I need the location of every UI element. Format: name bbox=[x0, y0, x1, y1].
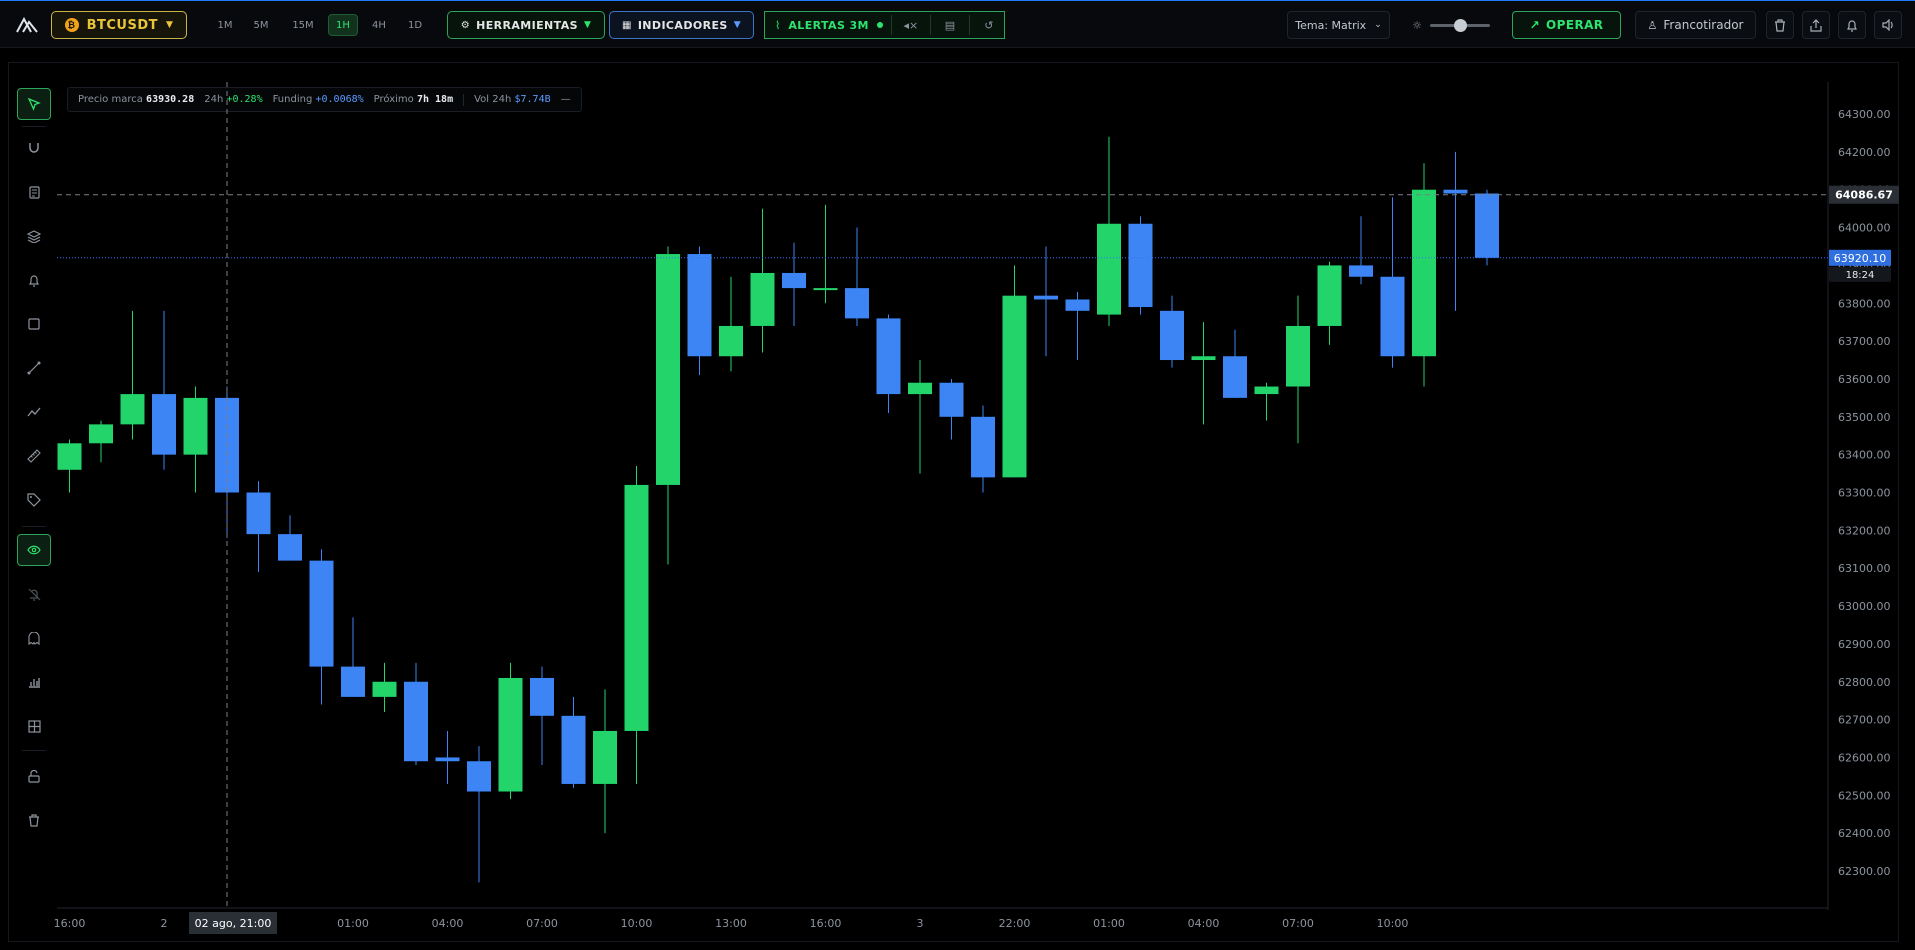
funding-value: +0.0068% bbox=[315, 94, 364, 105]
theme-select[interactable]: Tema: Matrix ⌄ bbox=[1287, 11, 1390, 39]
brightness-slider-knob[interactable] bbox=[1453, 18, 1467, 32]
next-funding: Próximo 7h 18m bbox=[374, 94, 453, 105]
user-name: Francotirador bbox=[1663, 18, 1744, 32]
timeframe-5m[interactable]: 5M bbox=[246, 14, 276, 36]
divider bbox=[22, 126, 46, 127]
history-icon[interactable]: ↺ bbox=[978, 19, 1000, 32]
trend-up-icon: ↗ bbox=[1529, 18, 1541, 32]
trade-label: OPERAR bbox=[1546, 18, 1604, 32]
volume-24h: Vol 24h $7.74B bbox=[474, 94, 551, 105]
timeframe-1d[interactable]: 1D bbox=[400, 14, 430, 36]
layers-icon[interactable] bbox=[17, 220, 51, 252]
next-value: 7h 18m bbox=[416, 94, 454, 105]
divider bbox=[929, 15, 931, 35]
indicators-label: INDICADORES bbox=[637, 18, 728, 32]
tools-label: HERRAMIENTAS bbox=[476, 18, 578, 32]
timeframe-4h[interactable]: 4H bbox=[364, 14, 394, 36]
eye-icon[interactable] bbox=[17, 534, 51, 566]
chevron-down-icon: ▼ bbox=[165, 20, 174, 30]
layout-grid-icon[interactable] bbox=[17, 710, 51, 742]
divider bbox=[22, 526, 46, 527]
tag-icon[interactable] bbox=[17, 484, 51, 516]
mark-price: Precio marca 63930.28 bbox=[78, 94, 194, 105]
theme-label: Tema: Matrix bbox=[1295, 18, 1367, 32]
volume-icon[interactable] bbox=[1874, 11, 1902, 39]
change-24h: 24h +0.28% bbox=[204, 94, 262, 105]
polyline-icon[interactable] bbox=[17, 396, 51, 428]
mark-price-value: 63930.28 bbox=[146, 94, 195, 105]
chart-container bbox=[8, 62, 1899, 942]
brightness-slider[interactable] bbox=[1429, 18, 1490, 32]
rectangle-icon[interactable] bbox=[17, 308, 51, 340]
divider bbox=[968, 15, 970, 35]
timeframe-1h[interactable]: 1H bbox=[328, 14, 358, 36]
grid-icon: ▦ bbox=[621, 19, 632, 31]
bell-icon[interactable] bbox=[1838, 11, 1866, 39]
trash-icon[interactable] bbox=[1766, 11, 1794, 39]
timeframe-1m[interactable]: 1M bbox=[210, 14, 240, 36]
magnet-icon[interactable] bbox=[17, 132, 51, 164]
chevron-down-icon: ⌄ bbox=[1374, 20, 1382, 30]
funding-label: Funding bbox=[272, 94, 313, 105]
mute-icon[interactable]: ◂× bbox=[900, 19, 922, 32]
change-value: +0.28% bbox=[226, 94, 263, 105]
alarm-bell-icon[interactable] bbox=[17, 264, 51, 296]
bitcoin-icon: ₿ bbox=[64, 18, 79, 32]
app-logo-icon[interactable] bbox=[14, 11, 40, 39]
alert-off-icon[interactable] bbox=[17, 578, 51, 610]
divider bbox=[890, 15, 892, 35]
brightness-control: ☼ bbox=[1401, 11, 1501, 39]
clipboard-icon[interactable]: ▤ bbox=[939, 19, 961, 32]
chevron-down-icon: ▼ bbox=[733, 20, 742, 30]
chevron-down-icon: ▼ bbox=[583, 20, 592, 30]
lock-open-icon[interactable] bbox=[17, 760, 51, 792]
tools-dropdown[interactable]: ⚙ HERRAMIENTAS ▼ bbox=[447, 11, 605, 39]
next-label: Próximo bbox=[373, 94, 414, 105]
divider bbox=[463, 93, 465, 106]
volume-bars-icon[interactable] bbox=[17, 666, 51, 698]
alerts-status-dot bbox=[876, 22, 883, 28]
gear-icon: ⚙ bbox=[460, 19, 471, 31]
share-icon[interactable] bbox=[1802, 11, 1830, 39]
alerts-label[interactable]: ALERTAS 3M bbox=[788, 19, 869, 32]
ghost-icon[interactable] bbox=[17, 622, 51, 654]
vol-label: Vol 24h bbox=[474, 94, 512, 105]
change-label: 24h bbox=[204, 94, 224, 105]
user-icon: ♙ bbox=[1647, 18, 1658, 32]
timeframe-15m[interactable]: 15M bbox=[288, 14, 318, 36]
collapse-toggle[interactable]: — bbox=[561, 94, 571, 105]
trash-icon[interactable] bbox=[17, 804, 51, 836]
symbol-selector[interactable]: ₿ BTCUSDT ▼ bbox=[51, 11, 187, 39]
trade-button[interactable]: ↗ OPERAR bbox=[1512, 11, 1621, 39]
market-info-bar: Precio marca 63930.28 24h +0.28% Funding… bbox=[67, 87, 582, 112]
top-toolbar: ₿ BTCUSDT ▼ 1M 5M 15M 1H 4H 1D ⚙ HERRAMI… bbox=[0, 0, 1915, 48]
mark-price-label: Precio marca bbox=[78, 94, 143, 105]
signal-icon: ⌇ bbox=[775, 18, 781, 32]
indicators-dropdown[interactable]: ▦ INDICADORES ▼ bbox=[609, 11, 754, 39]
symbol-label: BTCUSDT bbox=[86, 17, 158, 33]
user-menu[interactable]: ♙ Francotirador bbox=[1635, 11, 1756, 39]
ruler-icon[interactable] bbox=[17, 440, 51, 472]
cursor-icon[interactable] bbox=[17, 88, 51, 120]
alerts-group: ⌇ ALERTAS 3M ◂× ▤ ↺ bbox=[764, 11, 1005, 39]
divider bbox=[22, 750, 46, 751]
sun-icon: ☼ bbox=[1412, 18, 1422, 32]
trendline-icon[interactable] bbox=[17, 352, 51, 384]
funding-rate: Funding +0.0068% bbox=[273, 94, 364, 105]
vol-value: $7.74B bbox=[514, 94, 551, 105]
notes-icon[interactable] bbox=[17, 176, 51, 208]
